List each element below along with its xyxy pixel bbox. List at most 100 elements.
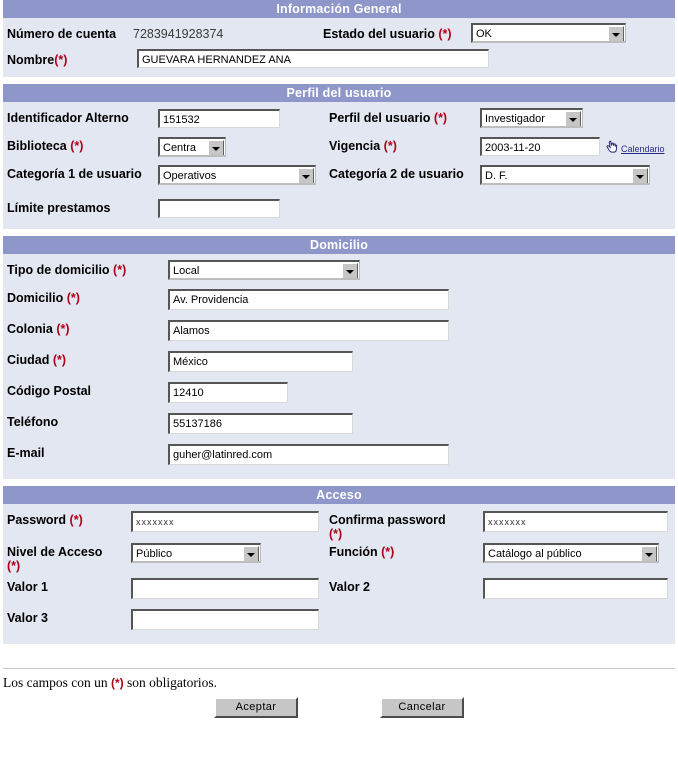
input-email[interactable]: guher@latinred.com	[168, 444, 449, 465]
required-marker: (*)	[54, 53, 68, 67]
label-categoria-2-de-usuario: Categoría 2 de usuario	[329, 167, 464, 181]
select-nivel-de-acceso[interactable]: Público	[131, 543, 261, 563]
input-valor-1[interactable]	[131, 578, 319, 599]
input-telefono-value: 55137186	[173, 418, 222, 430]
required-marker: (*)	[66, 291, 80, 305]
label-vigencia: Vigencia (*)	[329, 139, 397, 153]
input-email-value: guher@latinred.com	[173, 449, 273, 461]
label-perfil-del-usuario: Perfil del usuario (*)	[329, 111, 448, 125]
required-marker: (*)	[438, 27, 452, 41]
required-marker: (*)	[433, 111, 448, 125]
select-perfil-del-usuario[interactable]: Investigador	[480, 108, 583, 128]
select-estado-del-usuario-value: OK	[476, 28, 492, 40]
cancel-button[interactable]: Cancelar	[380, 697, 464, 718]
input-limite-prestamos[interactable]	[158, 199, 280, 218]
required-marker: (*)	[113, 263, 127, 277]
label-telefono: Teléfono	[7, 415, 59, 429]
label-numero-de-cuenta: Número de cuenta	[7, 27, 117, 41]
input-domicilio-value: Av. Providencia	[173, 294, 249, 306]
required-marker: (*)	[56, 322, 70, 336]
label-funcion: Función (*)	[329, 545, 395, 559]
required-marker: (*)	[110, 676, 124, 690]
input-colonia[interactable]: Alamos	[168, 320, 449, 341]
chevron-down-icon[interactable]	[298, 168, 314, 183]
section-title-acceso: Acceso	[3, 486, 675, 504]
label-tipo-de-domicilio: Tipo de domicilio (*)	[7, 263, 127, 277]
label-estado-del-usuario: Estado del usuario (*)	[323, 27, 452, 41]
section-perfil-del-usuario: Perfil del usuario Identificador Alterno…	[3, 84, 675, 229]
calendar-link-wrapper[interactable]: Calendario	[606, 135, 665, 155]
chevron-down-icon[interactable]	[608, 26, 624, 41]
input-identificador-alterno[interactable]: 151532	[158, 109, 280, 128]
input-vigencia-value: 2003-11-20	[485, 142, 541, 154]
select-tipo-de-domicilio-value: Local	[173, 265, 200, 277]
input-confirma-password[interactable]: xxxxxxx	[483, 511, 668, 532]
input-nombre-value: GUEVARA HERNANDEZ ANA	[142, 54, 291, 66]
input-ciudad[interactable]: México	[168, 351, 353, 372]
section-acceso: Acceso Password (*) xxxxxxx Confirma pas…	[3, 486, 675, 644]
section-domicilio: Domicilio Tipo de domicilio (*) Local Do…	[3, 236, 675, 479]
label-biblioteca: Biblioteca (*)	[7, 139, 84, 153]
input-codigo-postal-value: 12410	[173, 387, 204, 399]
required-marker: (*)	[69, 513, 83, 527]
label-email: E-mail	[7, 446, 45, 460]
input-domicilio[interactable]: Av. Providencia	[168, 289, 449, 310]
input-ciudad-value: México	[173, 356, 208, 368]
label-domicilio: Domicilio (*)	[7, 291, 80, 305]
select-categoria-1-de-usuario[interactable]: Operativos	[158, 165, 316, 185]
chevron-down-icon[interactable]	[342, 263, 358, 278]
label-password: Password (*)	[7, 513, 83, 527]
input-confirma-password-value: xxxxxxx	[488, 517, 527, 527]
input-colonia-value: Alamos	[173, 325, 210, 337]
select-tipo-de-domicilio[interactable]: Local	[168, 260, 360, 280]
form-action-bar: Aceptar Cancelar	[0, 691, 678, 718]
required-marker: (*)	[381, 545, 395, 559]
label-nivel-de-acceso: Nivel de Acceso (*)	[7, 545, 103, 573]
label-categoria-1-de-usuario: Categoría 1 de usuario	[7, 167, 142, 181]
label-valor-2: Valor 2	[329, 580, 370, 594]
input-identificador-alterno-value: 151532	[163, 114, 200, 126]
section-informacion-general: Información General Número de cuenta 728…	[3, 0, 675, 77]
section-title-domicilio: Domicilio	[3, 236, 675, 254]
required-marker: (*)	[70, 139, 84, 153]
label-identificador-alterno: Identificador Alterno	[7, 111, 129, 125]
label-ciudad: Ciudad (*)	[7, 353, 67, 367]
select-categoria-1-value: Operativos	[163, 170, 217, 182]
select-estado-del-usuario[interactable]: OK	[471, 23, 626, 43]
hand-pointer-icon	[606, 140, 618, 153]
select-biblioteca[interactable]: Centra	[158, 137, 226, 157]
select-nivel-de-acceso-value: Público	[136, 548, 173, 560]
chevron-down-icon[interactable]	[565, 111, 581, 126]
input-password[interactable]: xxxxxxx	[131, 511, 319, 532]
required-marker: (*)	[7, 559, 21, 573]
required-marker: (*)	[52, 353, 67, 367]
chevron-down-icon[interactable]	[243, 546, 259, 561]
select-biblioteca-value: Centra	[163, 142, 197, 154]
input-valor-2[interactable]	[483, 578, 668, 599]
calendar-link[interactable]: Calendario	[621, 139, 665, 155]
chevron-down-icon[interactable]	[208, 140, 224, 155]
label-nombre: Nombre(*)	[7, 53, 68, 67]
section-title-perfil-del-usuario: Perfil del usuario	[3, 84, 675, 102]
user-registration-form: Información General Número de cuenta 728…	[0, 0, 678, 779]
label-codigo-postal: Código Postal	[7, 384, 92, 398]
label-valor-3: Valor 3	[7, 611, 48, 625]
input-nombre[interactable]: GUEVARA HERNANDEZ ANA	[137, 49, 489, 68]
accept-button[interactable]: Aceptar	[214, 697, 298, 718]
value-numero-de-cuenta: 7283941928374	[133, 27, 224, 41]
input-password-value: xxxxxxx	[136, 517, 175, 527]
chevron-down-icon[interactable]	[641, 546, 657, 561]
required-marker: (*)	[329, 527, 343, 541]
select-funcion[interactable]: Catálogo al público	[483, 543, 659, 563]
label-valor-1: Valor 1	[7, 580, 48, 594]
select-categoria-2-de-usuario[interactable]: D. F.	[480, 165, 650, 185]
label-limite-prestamos: Límite prestamos	[7, 201, 111, 215]
select-perfil-del-usuario-value: Investigador	[485, 113, 545, 125]
chevron-down-icon[interactable]	[632, 168, 648, 183]
input-codigo-postal[interactable]: 12410	[168, 382, 288, 403]
label-colonia: Colonia (*)	[7, 322, 70, 336]
input-valor-3[interactable]	[131, 609, 319, 630]
select-categoria-2-value: D. F.	[485, 170, 508, 182]
input-telefono[interactable]: 55137186	[168, 413, 353, 434]
input-vigencia[interactable]: 2003-11-20	[480, 137, 600, 156]
